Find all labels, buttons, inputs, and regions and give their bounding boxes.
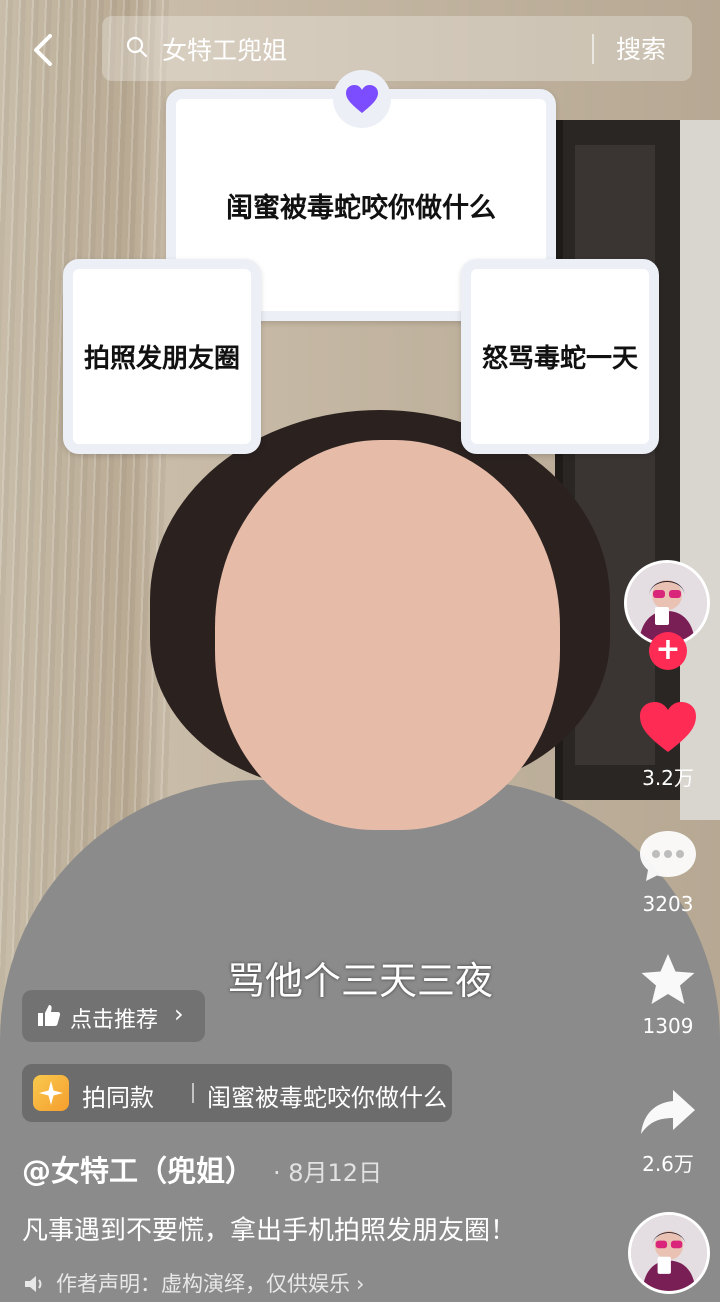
share-count: 2.6万 [642, 1152, 694, 1176]
same-style-label: 拍同款 [82, 1084, 154, 1112]
speaker-icon [25, 1276, 42, 1292]
back-button[interactable] [28, 30, 58, 70]
search-bar[interactable]: 女特工兜姐 搜索 [102, 16, 692, 81]
sparkle-icon [33, 1075, 69, 1111]
search-icon [126, 36, 148, 58]
heart-icon [640, 702, 696, 752]
search-input[interactable]: 女特工兜姐 [162, 31, 287, 67]
video-screen[interactable]: 女特工兜姐 搜索 闺蜜被毒蛇咬你做什么 拍照发朋友圈 怒骂毒蛇一天 骂他个三天三… [0, 0, 720, 1302]
share-arrow-icon [641, 1090, 695, 1134]
author-disclaimer[interactable]: 作者声明：虚构演绎，仅供娱乐 › [24, 1268, 364, 1298]
recommend-label: 点击推荐 [70, 1008, 159, 1033]
same-style-button[interactable]: 拍同款 闺蜜被毒蛇咬你做什么 [22, 1064, 452, 1122]
disclaimer-text: 作者声明：虚构演绎，仅供娱乐 [56, 1272, 350, 1296]
follow-button[interactable]: + [649, 632, 687, 670]
comment-count: 3203 [642, 892, 694, 916]
favorite-count: 1309 [642, 1014, 694, 1038]
heart-badge [333, 70, 391, 128]
music-disc-avatar[interactable] [628, 1212, 710, 1294]
author-name[interactable]: @女特工（兜姐） [22, 1148, 254, 1190]
avatar-image [631, 1215, 707, 1291]
avatar-image [627, 563, 707, 643]
search-divider [592, 34, 594, 64]
comment-button[interactable]: 3203 [620, 828, 716, 916]
person-face [215, 440, 560, 830]
thumbs-up-icon [38, 1005, 61, 1026]
search-button[interactable]: 搜索 [616, 30, 666, 66]
share-button[interactable]: 2.6万 [620, 1088, 716, 1177]
star-icon [641, 954, 695, 1004]
like-count: 3.2万 [642, 766, 694, 790]
choice-card-left: 拍照发朋友圈 [63, 259, 261, 454]
post-date: · 8月12日 [273, 1159, 383, 1187]
choice-card-right: 怒骂毒蛇一天 [461, 259, 659, 454]
comment-icon [640, 831, 696, 881]
same-style-divider [192, 1083, 194, 1103]
heart-icon [346, 85, 378, 113]
like-button[interactable]: 3.2万 [620, 700, 716, 791]
chevron-right-icon: › [174, 1000, 184, 1028]
disclaimer-chevron-icon: › [356, 1272, 365, 1296]
post-caption[interactable]: 凡事遇到不要慌，拿出手机拍照发朋友圈！ [22, 1210, 516, 1247]
chevron-left-icon [34, 34, 52, 66]
favorite-button[interactable]: 1309 [620, 952, 716, 1038]
recommend-button[interactable]: 点击推荐 › [22, 990, 205, 1042]
same-style-title: 闺蜜被毒蛇咬你做什么 [207, 1084, 447, 1112]
